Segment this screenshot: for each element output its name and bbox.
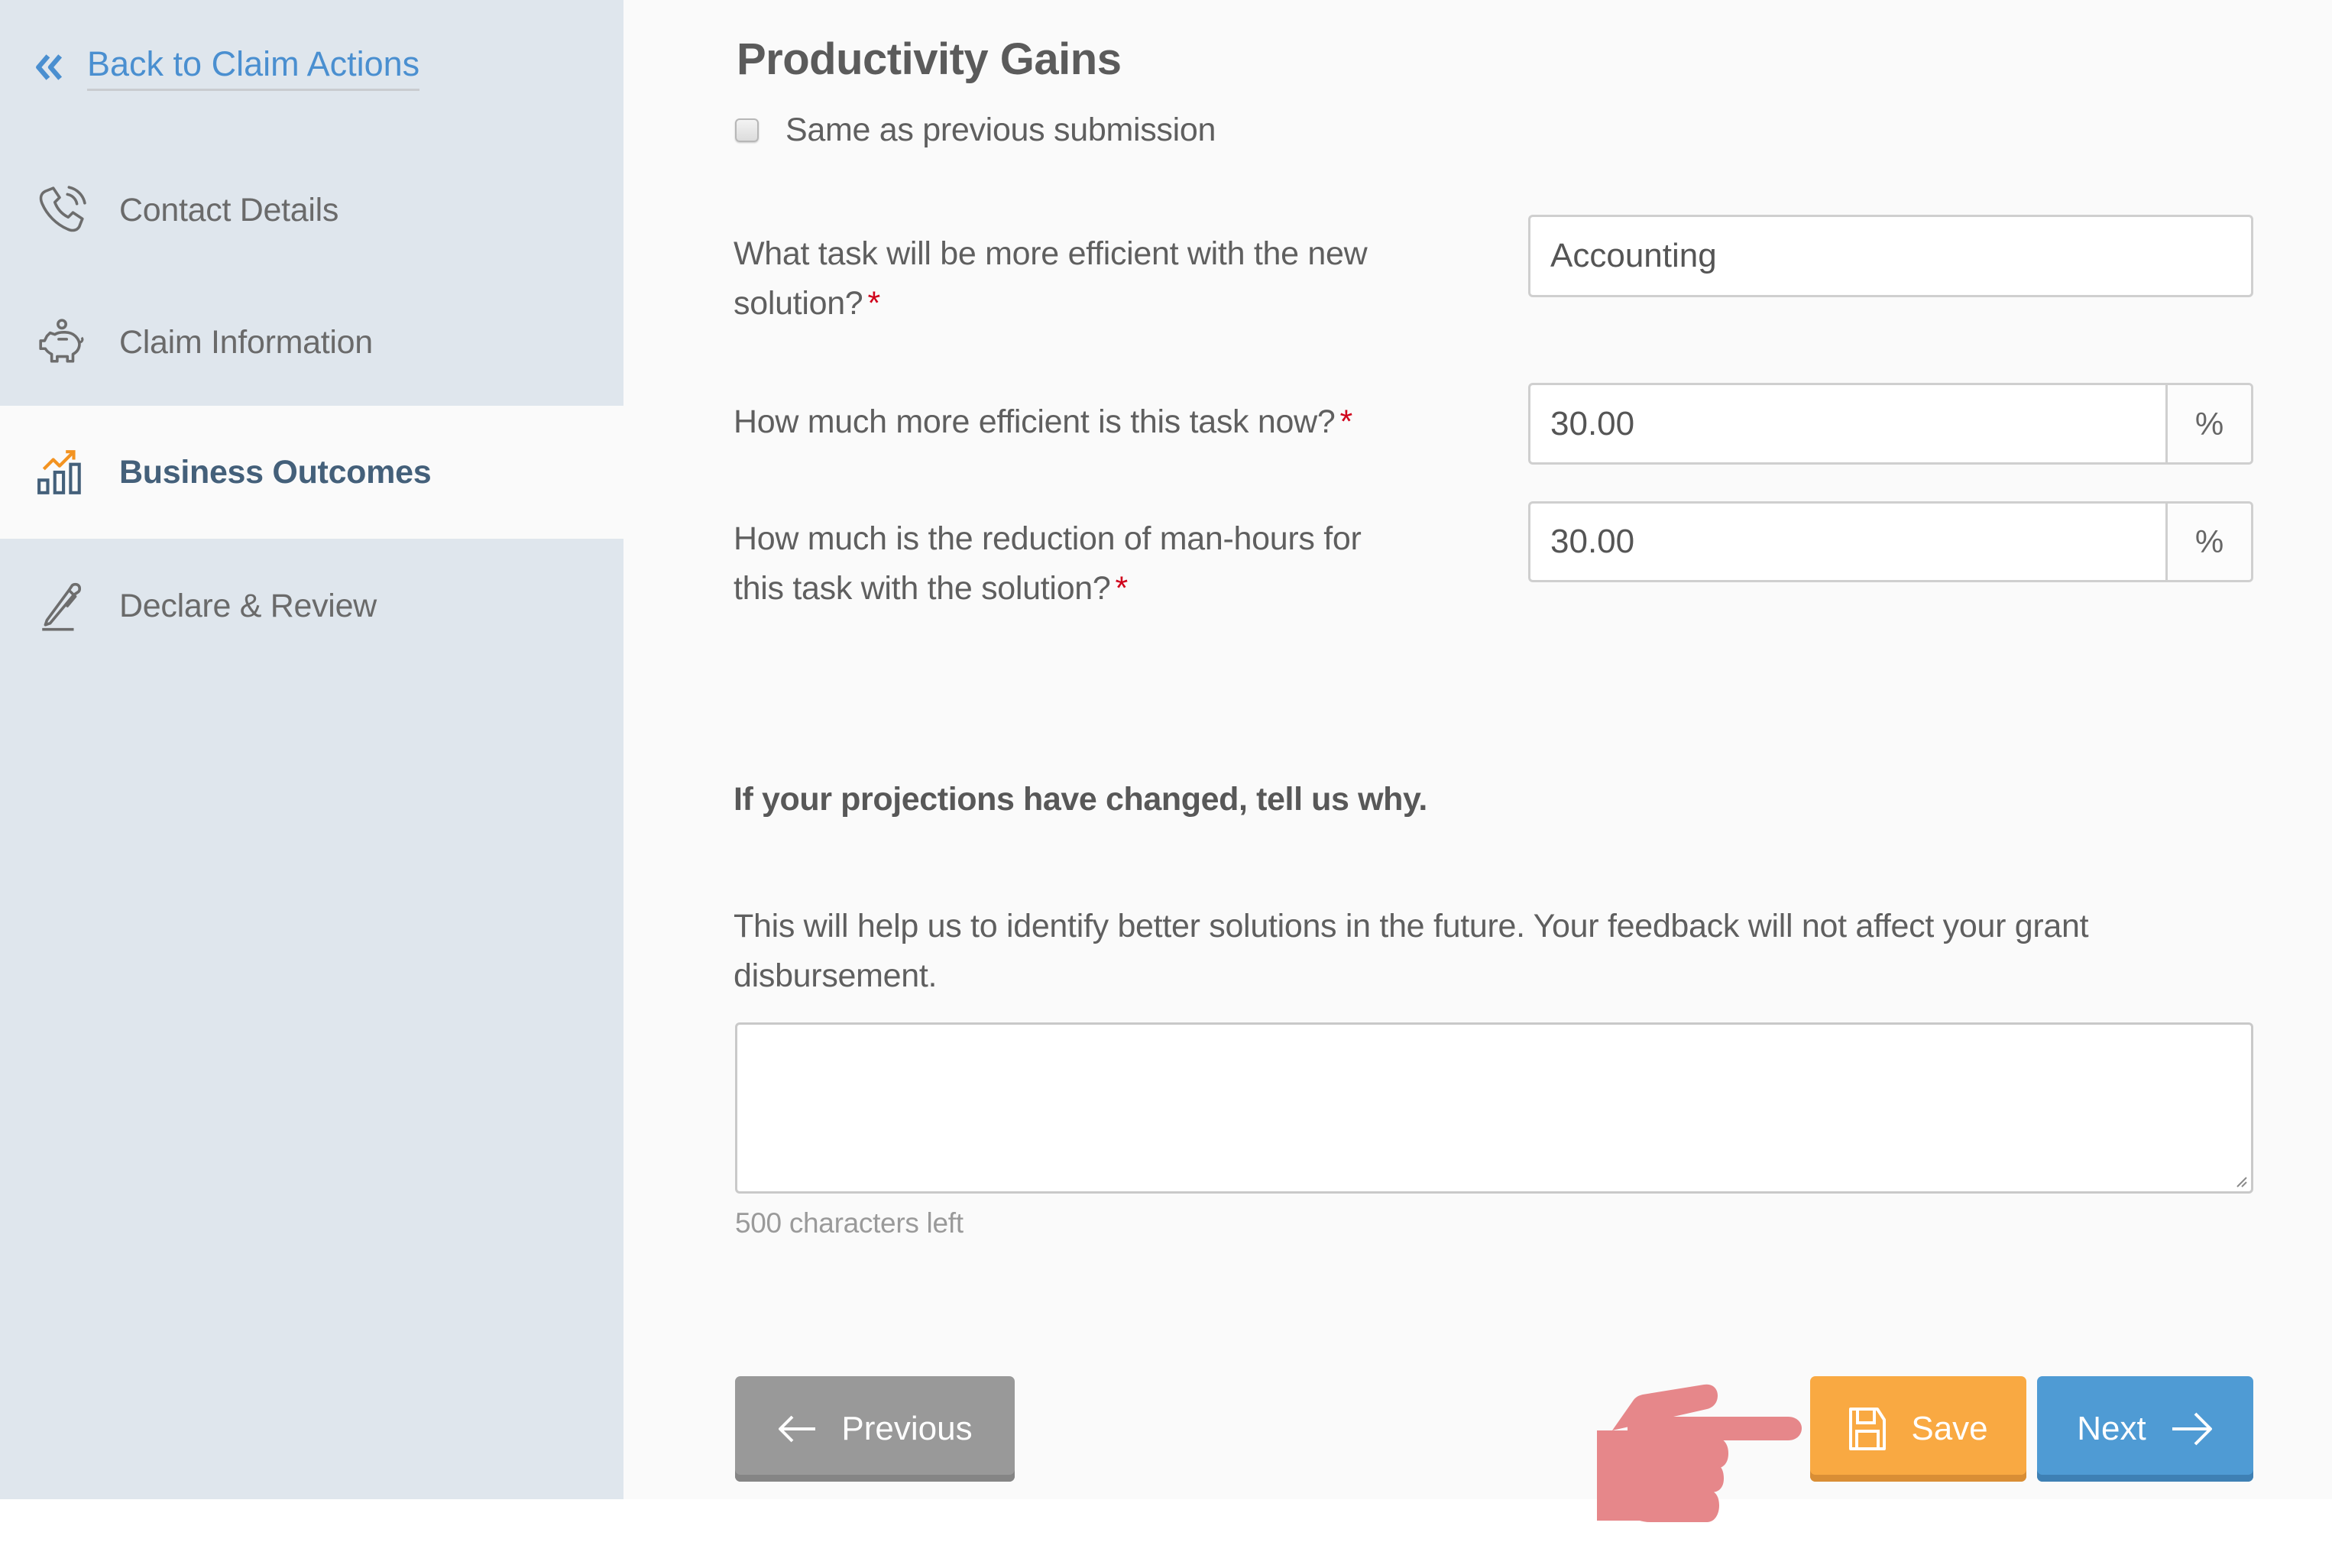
question-man-hours-label: How much is the reduction of man-hours f…: [734, 514, 1406, 614]
arrow-left-icon: [779, 1415, 816, 1443]
task-input-value: Accounting: [1550, 237, 1717, 274]
sidebar-item-declare-review[interactable]: Declare & Review: [0, 539, 623, 672]
next-button-label: Next: [2077, 1410, 2146, 1447]
sidebar-item-claim-information[interactable]: Claim Information: [0, 276, 623, 409]
question-text: How much is the reduction of man-hours f…: [734, 520, 1362, 607]
previous-button-label: Previous: [841, 1410, 973, 1447]
man-hours-input[interactable]: 30.00: [1530, 504, 2165, 580]
man-hours-input-group: 30.00 %: [1528, 501, 2253, 582]
efficiency-input[interactable]: 30.00: [1530, 385, 2165, 462]
question-text: What task will be more efficient with th…: [734, 235, 1368, 322]
floppy-disk-icon: [1849, 1408, 1887, 1450]
sidebar-item-business-outcomes[interactable]: Business Outcomes: [0, 406, 623, 539]
same-as-previous-label[interactable]: Same as previous submission: [785, 112, 1216, 149]
piggy-bank-icon: [35, 316, 87, 368]
pen-signature-icon: [35, 580, 87, 632]
sidebar-item-label: Claim Information: [119, 323, 373, 361]
bar-chart-trend-icon: [35, 446, 87, 498]
question-task-label: What task will be more efficient with th…: [734, 229, 1406, 329]
phone-icon: [35, 184, 87, 236]
back-to-claim-actions-link[interactable]: Back to Claim Actions: [34, 43, 420, 91]
sidebar-item-contact-details[interactable]: Contact Details: [0, 144, 623, 277]
feedback-textarea[interactable]: [735, 1022, 2253, 1194]
sidebar-item-label: Contact Details: [119, 191, 339, 228]
next-button[interactable]: Next: [2037, 1376, 2253, 1482]
required-mark: *: [1115, 570, 1129, 607]
question-efficiency-label: How much more efficient is this task now…: [734, 397, 1406, 447]
double-chevron-left-icon: [36, 53, 63, 80]
required-mark: *: [1339, 403, 1353, 440]
previous-button[interactable]: Previous: [735, 1376, 1015, 1482]
sidebar: Back to Claim Actions Contact Details Cl…: [0, 0, 623, 1499]
efficiency-input-value: 30.00: [1550, 404, 1635, 442]
sidebar-item-label: Declare & Review: [119, 587, 377, 624]
save-button[interactable]: Save: [1810, 1376, 2026, 1482]
percent-addon: %: [2165, 504, 2251, 580]
save-button-label: Save: [1911, 1410, 1988, 1447]
efficiency-input-group: 30.00 %: [1528, 383, 2253, 465]
arrow-right-icon: [2172, 1412, 2212, 1446]
feedback-help-text: This will help us to identify better sol…: [734, 908, 2089, 994]
question-text: How much more efficient is this task now…: [734, 403, 1336, 440]
required-mark: *: [867, 285, 880, 322]
man-hours-input-value: 30.00: [1550, 523, 1635, 560]
char-count: 500 characters left: [735, 1207, 964, 1239]
feedback-heading: If your projections have changed, tell u…: [734, 781, 1427, 818]
task-input[interactable]: Accounting: [1528, 215, 2253, 297]
pointing-hand-icon: [1597, 1384, 1802, 1522]
resize-grip-icon[interactable]: [2233, 1173, 2248, 1188]
percent-addon: %: [2165, 385, 2251, 462]
main-content: Productivity Gains Same as previous subm…: [623, 0, 2332, 1499]
back-link-label: Back to Claim Actions: [87, 43, 420, 91]
page-title: Productivity Gains: [737, 34, 1122, 84]
sidebar-item-label: Business Outcomes: [119, 453, 432, 491]
same-as-previous-checkbox[interactable]: [735, 118, 759, 142]
